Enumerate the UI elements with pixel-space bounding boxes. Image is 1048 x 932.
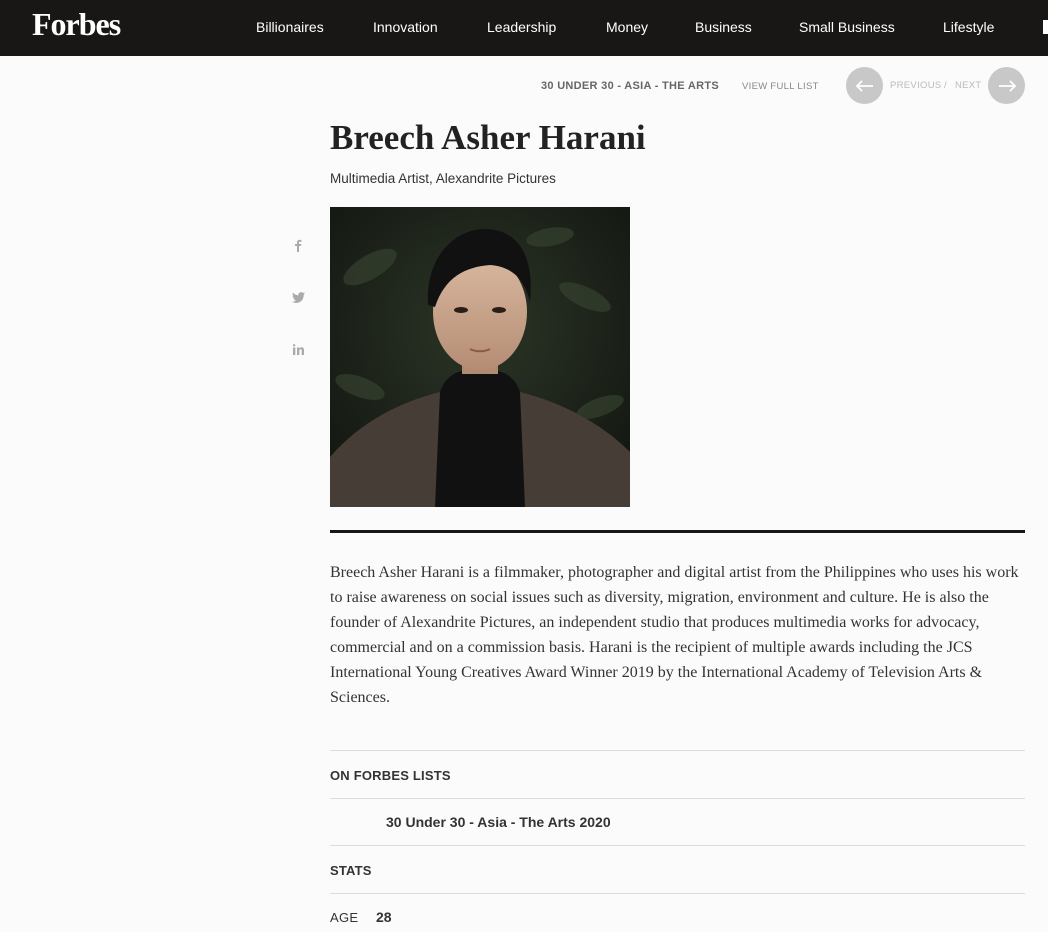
- next-label[interactable]: NEXT: [955, 80, 982, 91]
- profile-title: Multimedia Artist, Alexandrite Pictures: [330, 171, 556, 186]
- divider: [330, 798, 1025, 799]
- top-nav: Forbes Billionaires Innovation Leadershi…: [0, 0, 1048, 56]
- age-label: AGE: [330, 910, 359, 925]
- divider: [330, 845, 1025, 846]
- nav-money[interactable]: Money: [606, 19, 648, 35]
- next-button[interactable]: [988, 67, 1025, 104]
- nav-leadership[interactable]: Leadership: [487, 19, 556, 35]
- profile-bio: Breech Asher Harani is a filmmaker, phot…: [330, 564, 1019, 706]
- divider: [330, 530, 1025, 533]
- twitter-icon[interactable]: [290, 289, 306, 305]
- profile-name: Breech Asher Harani: [330, 118, 646, 157]
- age-value: 28: [376, 909, 392, 925]
- prev-next-separator: /: [944, 80, 947, 91]
- arrow-left-icon: [855, 79, 873, 92]
- previous-button[interactable]: [846, 67, 883, 104]
- view-full-list-link[interactable]: VIEW FULL LIST: [742, 81, 819, 92]
- nav-more-truncated[interactable]: [1043, 20, 1048, 34]
- arrow-right-icon: [998, 79, 1016, 92]
- previous-label[interactable]: PREVIOUS: [890, 80, 942, 91]
- nav-billionaires[interactable]: Billionaires: [256, 19, 324, 35]
- profile-photo: [330, 207, 630, 507]
- nav-small-business[interactable]: Small Business: [799, 19, 895, 35]
- list-title[interactable]: 30 UNDER 30 - ASIA - THE ARTS: [541, 80, 719, 92]
- forbes-logo[interactable]: Forbes: [32, 6, 121, 43]
- facebook-icon[interactable]: [290, 237, 306, 253]
- divider: [330, 893, 1025, 894]
- nav-business[interactable]: Business: [695, 19, 752, 35]
- lists-heading: ON FORBES LISTS: [330, 768, 451, 783]
- linkedin-icon[interactable]: [290, 341, 306, 357]
- stats-heading: STATS: [330, 863, 372, 878]
- forbes-list-link[interactable]: 30 Under 30 - Asia - The Arts 2020: [386, 814, 611, 830]
- nav-innovation[interactable]: Innovation: [373, 19, 438, 35]
- divider: [330, 750, 1025, 751]
- nav-lifestyle[interactable]: Lifestyle: [943, 19, 994, 35]
